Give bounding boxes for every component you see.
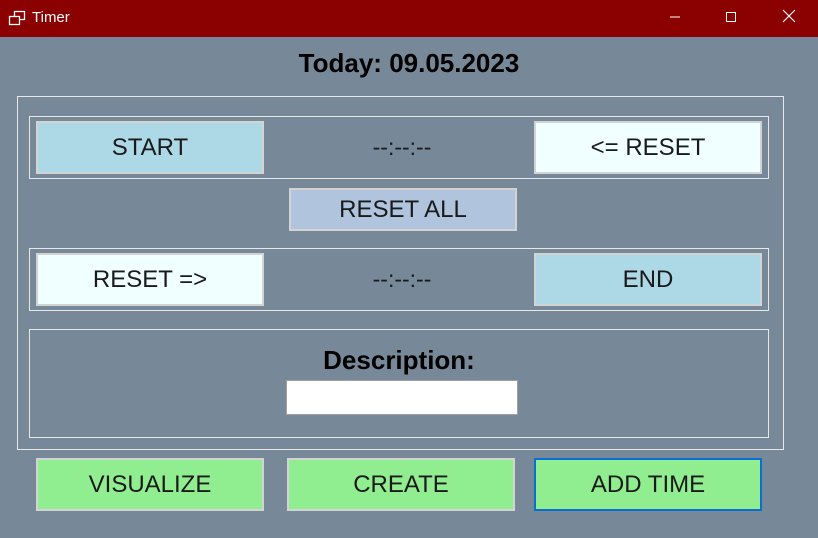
reset-all-button[interactable]: RESET ALL xyxy=(289,188,517,231)
today-date-label: Today: 09.05.2023 xyxy=(298,48,520,78)
maximize-button[interactable] xyxy=(708,0,754,37)
title-bar: Timer xyxy=(0,0,818,37)
end-button[interactable]: END xyxy=(534,253,762,306)
close-button[interactable] xyxy=(766,0,812,37)
close-icon xyxy=(782,9,796,28)
create-button[interactable]: CREATE xyxy=(287,458,515,511)
minimize-icon xyxy=(669,10,681,28)
start-time-display: --:--:-- xyxy=(372,134,432,160)
visualize-button[interactable]: VISUALIZE xyxy=(36,458,264,511)
minimize-button[interactable] xyxy=(652,0,698,37)
start-button[interactable]: START xyxy=(36,121,264,174)
reset-end-button[interactable]: RESET => xyxy=(36,253,264,306)
description-label: Description: xyxy=(323,345,475,375)
reset-start-button[interactable]: <= RESET xyxy=(534,121,762,174)
app-window-icon xyxy=(8,10,26,26)
description-input[interactable] xyxy=(286,380,518,415)
end-time-display: --:--:-- xyxy=(372,266,432,292)
window-title: Timer xyxy=(32,9,70,26)
add-time-button[interactable]: ADD TIME xyxy=(534,458,762,511)
maximize-icon xyxy=(725,10,737,28)
